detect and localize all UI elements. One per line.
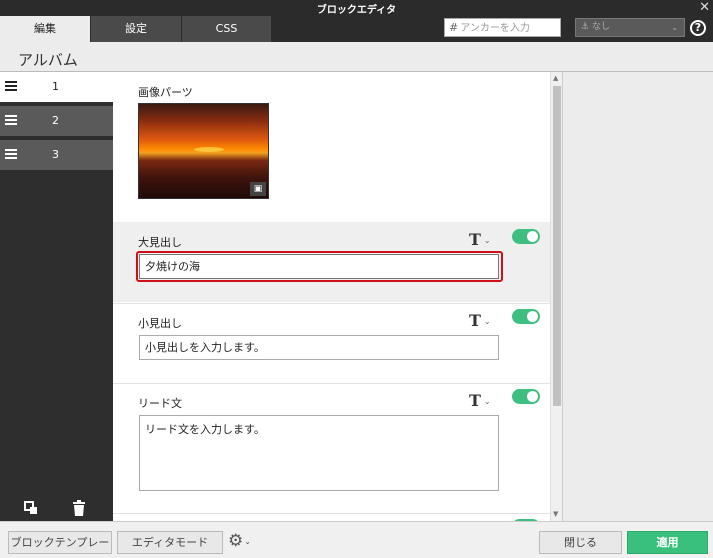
image-block-label: 画像パーツ [138,86,193,99]
footer-bar: ブロックテンプレート エディタモード ⚙⌄ 閉じる 適用 [0,521,713,558]
window-titlebar: ブロックエディタ ✕ [0,0,713,16]
hash-icon: # [449,21,459,34]
apply-button[interactable]: 適用 [627,531,708,554]
chevron-down-icon: ⌄ [671,23,678,32]
next-block [113,513,550,521]
sidebar-item-label: 2 [52,114,59,127]
lead-label: リード文 [138,397,182,410]
image-block: 画像パーツ ▣ [113,72,550,222]
editor-mode-button[interactable]: エディタモード [117,531,223,554]
anchor-select[interactable]: ⚓ なし ⌄ [575,18,685,37]
lead-block: リード文 T ⌄ リード文を入力します。 [113,383,550,513]
drag-handle-icon[interactable] [5,81,17,93]
drag-handle-icon[interactable] [5,149,17,161]
tab-css[interactable]: CSS [182,16,271,42]
heading-small-label: 小見出し [138,317,182,330]
image-icon[interactable]: ▣ [250,182,266,196]
sidebar-item-2[interactable]: 2 [0,106,113,136]
text-format-icon[interactable]: T ⌄ [469,230,491,249]
scroll-up-icon[interactable]: ▲ [553,74,558,82]
heading-large-input[interactable]: 夕焼けの海 [139,254,499,279]
heading-small-input[interactable]: 小見出しを入力します。 [139,335,499,360]
page-header: アルバム [0,42,713,72]
scroll-thumb[interactable] [553,86,561,406]
tab-settings[interactable]: 設定 [91,16,181,42]
page-title: アルバム [18,51,78,69]
text-format-glyph: T [469,391,481,410]
text-format-icon[interactable]: T ⌄ [469,391,491,410]
close-button[interactable]: 閉じる [539,531,622,554]
heading-large-label: 大見出し [138,236,182,249]
chevron-down-icon: ⌄ [483,397,491,406]
block-template-button[interactable]: ブロックテンプレート [8,531,112,558]
lead-textarea[interactable]: リード文を入力します。 [139,415,499,491]
chevron-down-icon: ⌄ [244,536,251,546]
lead-toggle[interactable] [512,389,540,404]
close-icon[interactable]: ✕ [699,0,710,15]
text-format-icon[interactable]: T ⌄ [469,311,491,330]
window-title: ブロックエディタ [316,5,397,16]
anchor-input[interactable]: # アンカーを入力 [444,18,561,37]
sidebar-item-3[interactable]: 3 [0,140,113,170]
anchor-placeholder: アンカーを入力 [460,23,530,34]
help-icon[interactable]: ? [690,20,706,36]
preview-pane [562,72,713,521]
heading-large-block: 大見出し T ⌄ 夕焼けの海 [113,222,550,302]
heading-small-toggle[interactable] [512,309,540,324]
chevron-down-icon: ⌄ [483,317,491,326]
scroll-down-icon[interactable]: ▼ [553,510,558,518]
block-content: 画像パーツ ▣ 大見出し T ⌄ 夕焼けの海 小見出し T ⌄ 小見出しを入力します… [113,72,550,521]
text-format-glyph: T [469,311,481,330]
tab-edit[interactable]: 編集 [0,16,90,42]
sidebar-item-1[interactable]: 1 [0,72,113,102]
tab-bar: 編集 設定 CSS # アンカーを入力 ⚓ なし ⌄ ? [0,16,713,42]
chevron-down-icon: ⌄ [483,236,491,245]
content-scrollbar[interactable]: ▲ ▼ [550,72,562,521]
text-format-glyph: T [469,230,481,249]
sidebar-item-label: 3 [52,148,59,161]
sunset-image[interactable]: ▣ [138,103,269,199]
drag-handle-icon[interactable] [5,115,17,127]
sidebar-item-label: 1 [52,80,59,93]
anchor-icon: ⚓ [581,22,590,32]
gear-icon[interactable]: ⚙⌄ [228,531,251,551]
block-sidebar: 1 2 3 [0,72,113,521]
anchor-select-value: なし [591,22,610,32]
duplicate-icon[interactable] [23,500,39,516]
heading-small-block: 小見出し T ⌄ 小見出しを入力します。 [113,303,550,383]
trash-icon[interactable] [72,500,86,516]
heading-large-toggle[interactable] [512,229,540,244]
